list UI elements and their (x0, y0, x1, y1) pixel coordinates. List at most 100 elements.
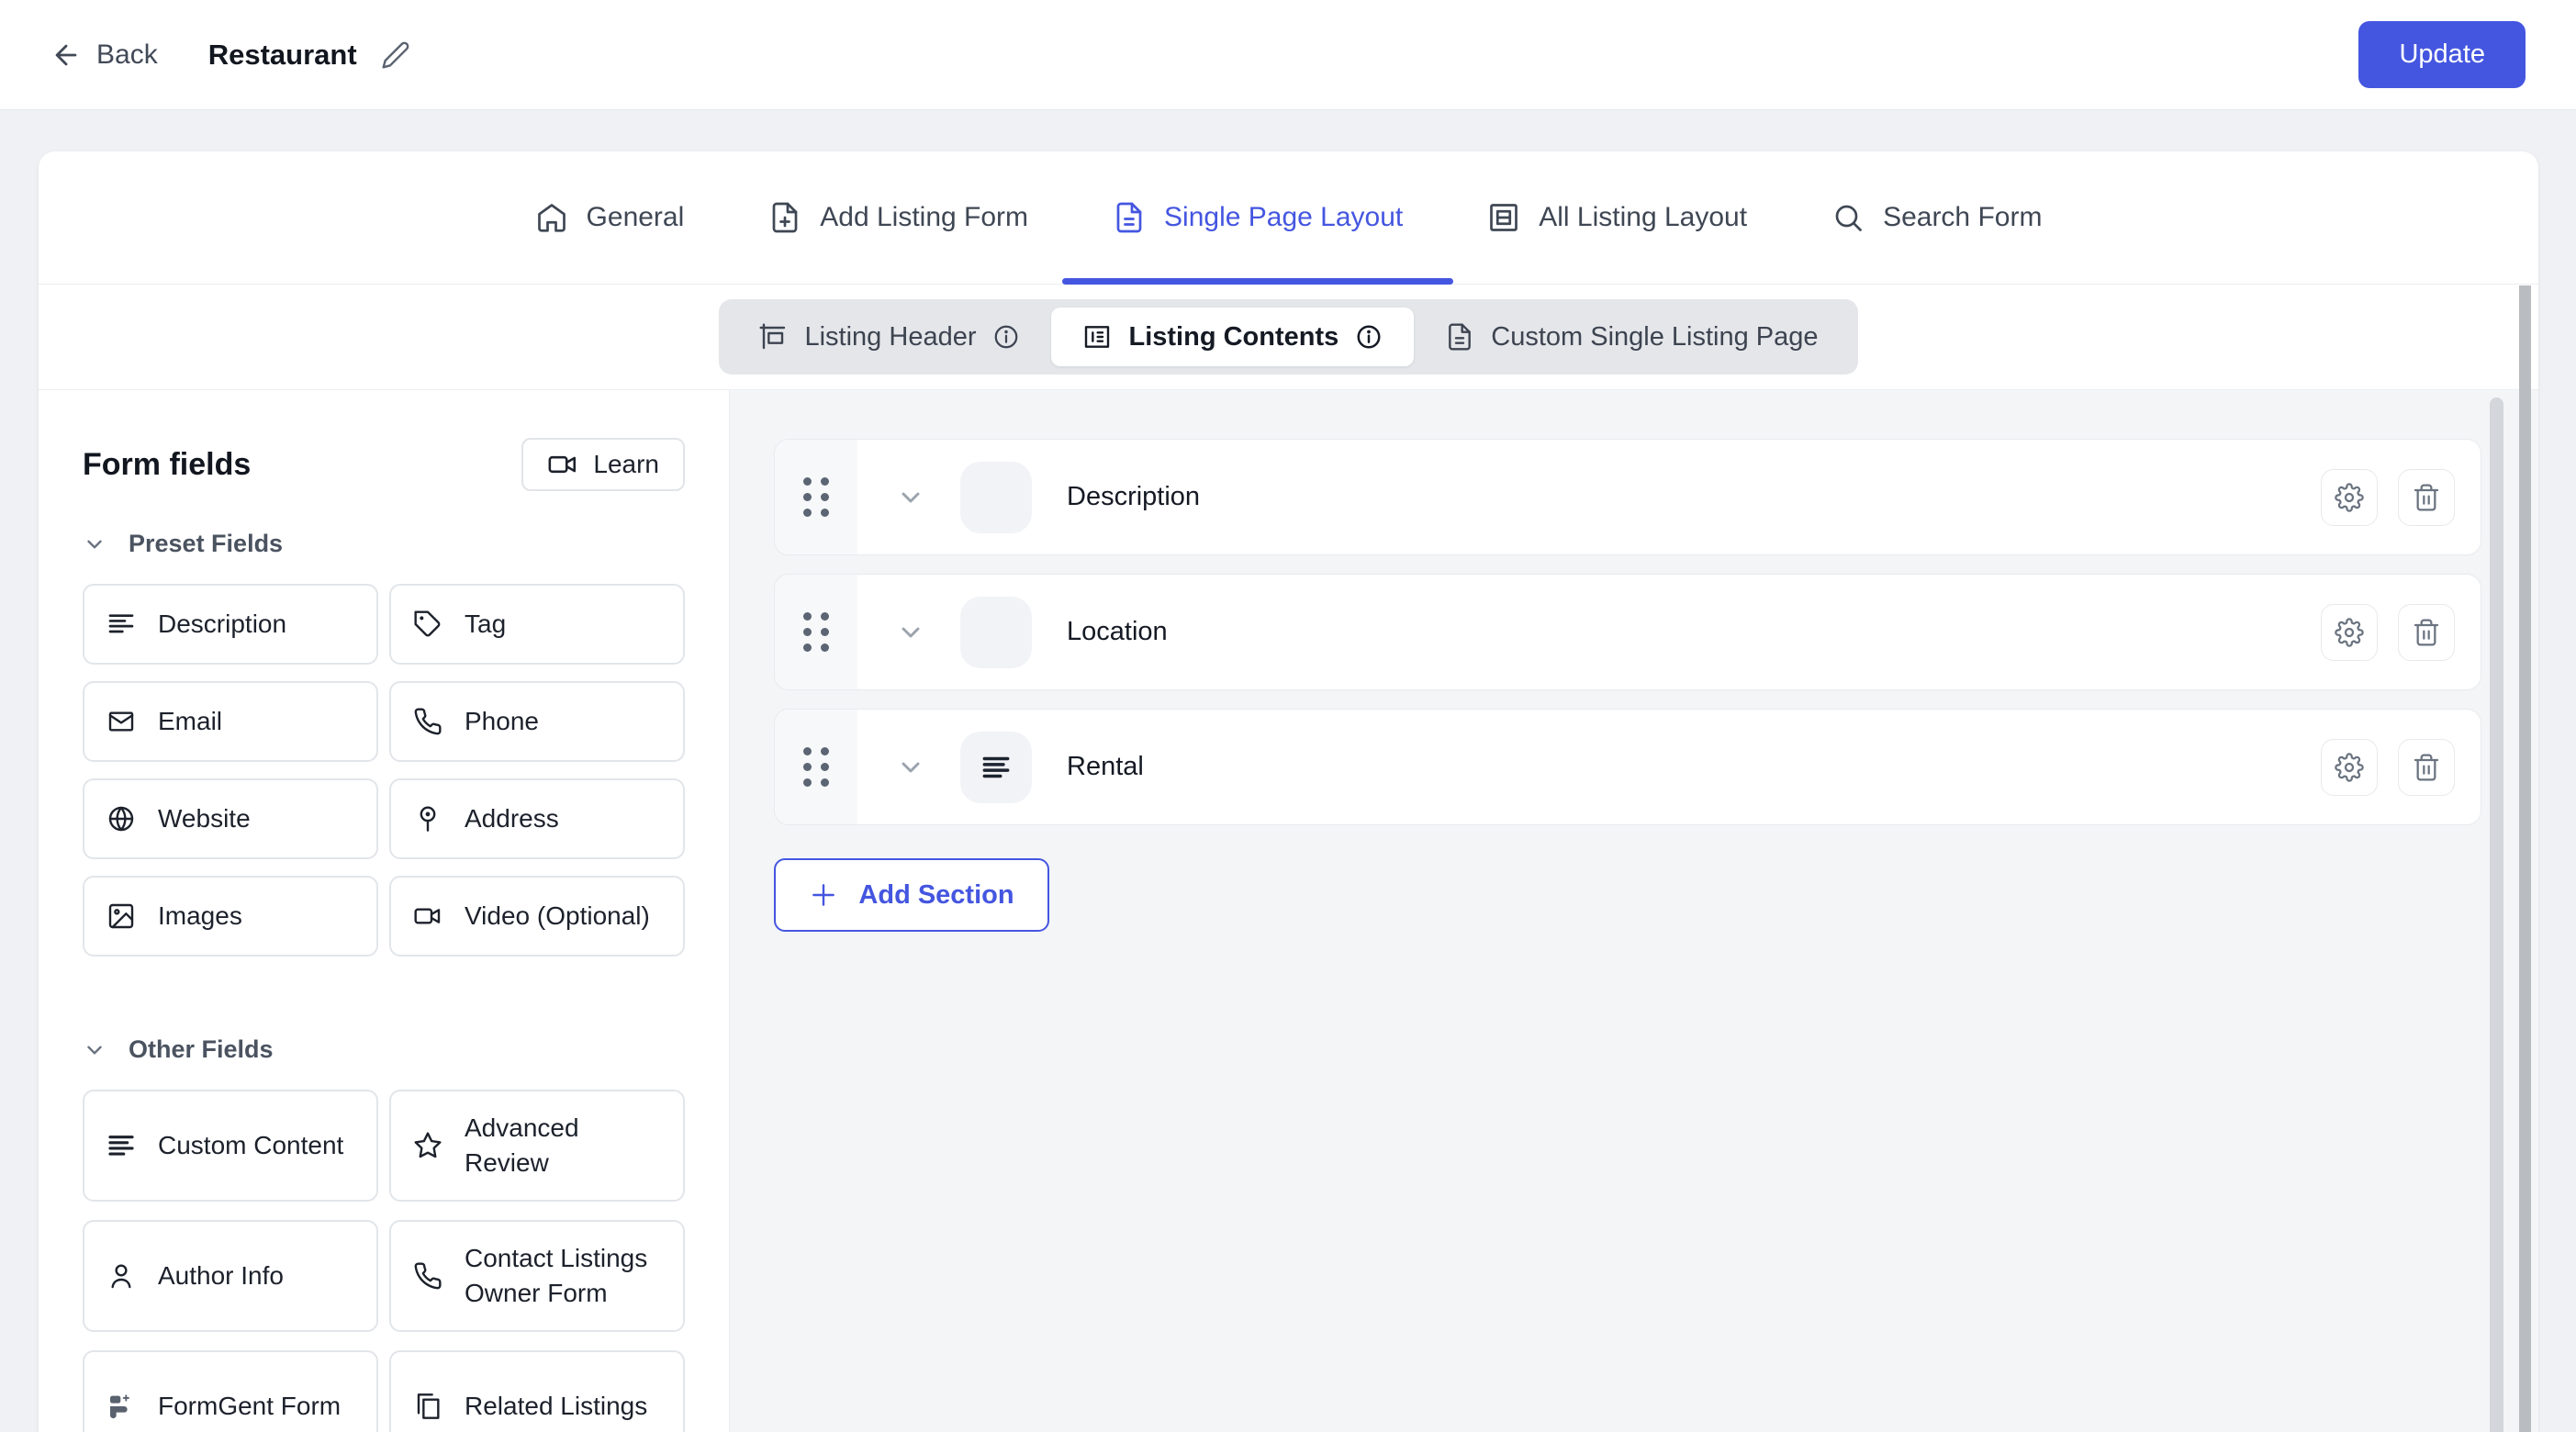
topbar: Back Restaurant Update (0, 0, 2576, 110)
field-label: Images (158, 899, 242, 934)
subtab-pill-group: Listing Header Listing Contents Custom S (719, 299, 1857, 375)
list-box-icon (1082, 322, 1112, 352)
field-advanced-review[interactable]: Advanced Review (389, 1090, 685, 1202)
section-row-description: Description (774, 439, 2481, 555)
card-scrollbar[interactable] (2519, 285, 2531, 1432)
tab-label: All Listing Layout (1539, 202, 1747, 233)
field-address[interactable]: Address (389, 778, 685, 859)
layout-icon (1487, 201, 1520, 234)
section-delete-button[interactable] (2398, 739, 2455, 796)
sidebar-title: Form fields (83, 447, 251, 483)
field-description[interactable]: Description (83, 584, 378, 665)
section-delete-button[interactable] (2398, 469, 2455, 526)
field-tag[interactable]: Tag (389, 584, 685, 665)
drag-handle[interactable] (775, 710, 857, 824)
subtab-listing-header[interactable]: Listing Header (727, 308, 1051, 366)
search-icon (1831, 201, 1865, 234)
chevron-down-icon[interactable] (896, 618, 925, 647)
field-label: FormGent Form (158, 1389, 341, 1424)
preset-fields-toggle[interactable]: Preset Fields (83, 530, 685, 558)
other-fields-toggle[interactable]: Other Fields (83, 1035, 685, 1064)
field-label: Description (158, 607, 286, 642)
mail-icon (106, 707, 136, 736)
field-related-listings[interactable]: Related Listings (389, 1350, 685, 1432)
learn-button[interactable]: Learn (521, 438, 685, 491)
group-label: Other Fields (129, 1035, 274, 1064)
section-settings-button[interactable] (2321, 604, 2378, 661)
field-formgent-form[interactable]: FormGent Form (83, 1350, 378, 1432)
tab-add-listing-form[interactable]: Add Listing Form (768, 151, 1028, 284)
chevron-down-icon (83, 1038, 106, 1062)
video-camera-icon (547, 449, 578, 480)
user-icon (106, 1261, 136, 1291)
phone-icon (413, 1261, 442, 1291)
tab-single-page-layout[interactable]: Single Page Layout (1113, 151, 1403, 284)
tab-all-listing-layout[interactable]: All Listing Layout (1487, 151, 1747, 284)
section-icon-placeholder (960, 462, 1032, 533)
sections-workarea: Description Location (730, 390, 2538, 1432)
subtab-label: Listing Header (804, 322, 976, 352)
add-section-button[interactable]: Add Section (774, 858, 1049, 932)
field-label: Advanced Review (465, 1111, 661, 1180)
plus-icon (809, 880, 838, 910)
info-icon[interactable] (992, 323, 1020, 351)
subtab-custom-single-listing-page[interactable]: Custom Single Listing Page (1414, 308, 1849, 366)
home-icon (535, 201, 568, 234)
learn-label: Learn (593, 450, 659, 479)
subtab-label: Listing Contents (1128, 322, 1338, 352)
info-icon[interactable] (1355, 323, 1383, 351)
chevron-down-icon[interactable] (896, 483, 925, 512)
tab-label: Add Listing Form (820, 202, 1028, 233)
subtab-listing-contents[interactable]: Listing Contents (1051, 308, 1414, 366)
back-arrow-icon (50, 39, 82, 71)
settings-card: General Add Listing Form Single Page Lay… (39, 151, 2538, 1432)
chevron-down-icon (83, 532, 106, 556)
layout-content: Form fields Learn Preset Fields Descript (39, 390, 2538, 1432)
gear-icon (2335, 753, 2364, 782)
section-settings-button[interactable] (2321, 469, 2378, 526)
preset-fields-grid: Description Tag Email Phone Website (83, 584, 685, 957)
drag-handle[interactable] (775, 440, 857, 554)
field-label: Video (Optional) (465, 899, 650, 934)
field-label: Website (158, 801, 251, 836)
section-settings-button[interactable] (2321, 739, 2378, 796)
field-phone[interactable]: Phone (389, 681, 685, 762)
star-icon (413, 1131, 442, 1160)
tab-label: Single Page Layout (1164, 202, 1403, 233)
field-contact-listings-owner-form[interactable]: Contact Listings Owner Form (389, 1220, 685, 1332)
section-delete-button[interactable] (2398, 604, 2455, 661)
edit-title-pencil-icon[interactable] (381, 40, 410, 70)
field-custom-content[interactable]: Custom Content (83, 1090, 378, 1202)
field-author-info[interactable]: Author Info (83, 1220, 378, 1332)
field-label: Phone (465, 704, 539, 739)
main-tabs: General Add Listing Form Single Page Lay… (39, 151, 2538, 285)
tab-general[interactable]: General (535, 151, 685, 284)
subtab-band: Listing Header Listing Contents Custom S (39, 285, 2538, 390)
map-pin-icon (413, 804, 442, 833)
tab-label: Search Form (1883, 202, 2042, 233)
drag-handle[interactable] (775, 575, 857, 689)
grip-dots-icon (803, 747, 829, 787)
field-label: Custom Content (158, 1128, 343, 1163)
update-button[interactable]: Update (2358, 21, 2526, 88)
field-images[interactable]: Images (83, 876, 378, 957)
tab-search-form[interactable]: Search Form (1831, 151, 2042, 284)
group-label: Preset Fields (129, 530, 283, 558)
section-label: Description (1067, 482, 1200, 512)
phone-icon (413, 707, 442, 736)
field-label: Tag (465, 607, 506, 642)
field-video[interactable]: Video (Optional) (389, 876, 685, 957)
file-plus-icon (768, 201, 801, 234)
back-button[interactable]: Back (50, 39, 158, 71)
field-website[interactable]: Website (83, 778, 378, 859)
field-email[interactable]: Email (83, 681, 378, 762)
chevron-down-icon[interactable] (896, 753, 925, 782)
content-scrollbar-thumb[interactable] (2490, 397, 2503, 1432)
trash-icon (2412, 483, 2441, 512)
grip-dots-icon (803, 612, 829, 652)
file-text-icon (1445, 322, 1474, 352)
gear-icon (2335, 618, 2364, 647)
section-row-location: Location (774, 574, 2481, 690)
video-camera-icon (413, 901, 442, 931)
back-label: Back (96, 39, 158, 71)
